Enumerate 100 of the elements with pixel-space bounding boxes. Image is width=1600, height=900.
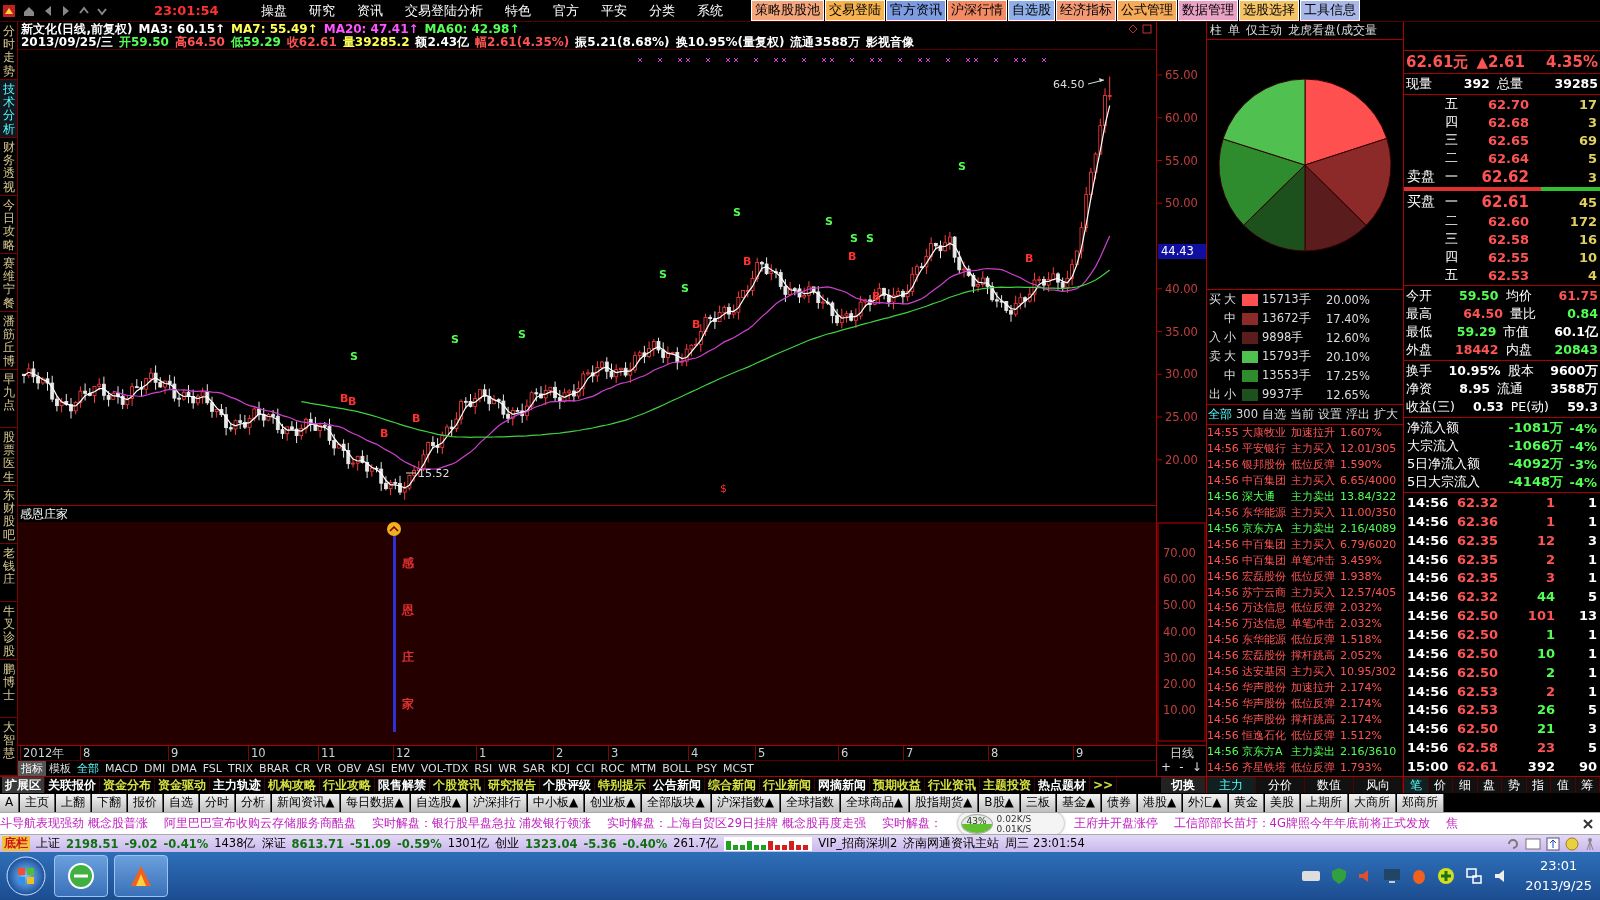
- signal-stock[interactable]: 京东方A: [1242, 521, 1288, 536]
- side-tab[interactable]: 早九点: [0, 370, 17, 428]
- news-headline[interactable]: 王府井开盘涨停: [1073, 816, 1158, 831]
- close-icon[interactable]: [1582, 817, 1594, 830]
- nav-button[interactable]: 报价: [128, 794, 164, 812]
- nav-button[interactable]: 基金▲: [1056, 794, 1102, 812]
- nav-button[interactable]: 沪深排行: [467, 794, 527, 812]
- extension-tab[interactable]: 扩展区: [2, 777, 45, 793]
- news-headline[interactable]: 工信部部长苗圩：4G牌照今年年底前将正式发放: [1173, 816, 1430, 831]
- nav-button[interactable]: 债券: [1102, 794, 1138, 812]
- nav-button[interactable]: 全球指数: [780, 794, 840, 812]
- indicator-tab[interactable]: DMI: [141, 761, 169, 776]
- side-tab[interactable]: 股票医生: [0, 428, 17, 486]
- indicator-tab[interactable]: VR: [313, 761, 335, 776]
- taskbar-app-button[interactable]: [54, 855, 108, 897]
- signal-stock[interactable]: 银邦股份: [1242, 457, 1288, 472]
- signal-stock[interactable]: 中百集团: [1242, 553, 1288, 568]
- plus-icon[interactable]: [1437, 867, 1456, 885]
- nav-button[interactable]: 自选: [164, 794, 200, 812]
- panel-tab[interactable]: 分价: [1256, 777, 1305, 793]
- nav-button[interactable]: 美股: [1264, 794, 1300, 812]
- news-headline[interactable]: 阿里巴巴宣布收购云存储服务商酷盘: [163, 816, 356, 831]
- side-tab[interactable]: 老钱庄: [0, 544, 17, 602]
- nav-button[interactable]: 三板: [1020, 794, 1056, 812]
- antenna-icon[interactable]: [1584, 836, 1596, 851]
- menu-item[interactable]: 平安: [592, 1, 635, 20]
- signal-stock[interactable]: 万达信息: [1242, 617, 1288, 632]
- diamond-icon[interactable]: [1128, 24, 1138, 34]
- indicator-tab[interactable]: OBV: [334, 761, 364, 776]
- menu-item[interactable]: 官方: [544, 1, 587, 20]
- signal-stock[interactable]: 华声股份: [1242, 697, 1288, 712]
- menu-item[interactable]: 交易登陆分析: [396, 1, 491, 20]
- nav-button[interactable]: 创业板▲: [585, 794, 642, 812]
- indicator-tab[interactable]: TRIX: [224, 761, 257, 776]
- indicator-tab[interactable]: FSL: [199, 761, 225, 776]
- indicator-tab[interactable]: MACD: [102, 761, 141, 776]
- toolbar-button[interactable]: 经济指标: [1055, 0, 1116, 21]
- panel-tab[interactable]: 笔: [1404, 777, 1429, 793]
- signal-stock[interactable]: 中百集团: [1242, 537, 1288, 552]
- indicator-tab[interactable]: PSY: [693, 761, 720, 776]
- network-icon[interactable]: [1465, 867, 1484, 885]
- panel-tab[interactable]: 风向: [1354, 777, 1403, 793]
- nav-button[interactable]: 新闻资讯▲: [272, 794, 341, 812]
- side-tab[interactable]: 财务透视: [0, 138, 17, 196]
- nav-button[interactable]: 沪深指数▲: [711, 794, 780, 812]
- menu-item[interactable]: 操盘: [252, 1, 295, 20]
- menu-item[interactable]: 分类: [640, 1, 683, 20]
- signal-stock[interactable]: 平安银行: [1242, 441, 1288, 456]
- nav-button[interactable]: 外汇▲: [1183, 794, 1228, 812]
- indicator-tab[interactable]: VOL-TDX: [417, 761, 472, 776]
- start-button[interactable]: [4, 854, 48, 898]
- nav-button[interactable]: 分析: [236, 794, 272, 812]
- indicator-tab[interactable]: ASI: [363, 761, 388, 776]
- toolbar-button[interactable]: 沪深行情: [946, 0, 1007, 21]
- panel-tab[interactable]: 价: [1428, 777, 1453, 793]
- panel-tab[interactable]: 筹: [1575, 777, 1600, 793]
- side-tab[interactable]: 牛叉诊股: [0, 602, 17, 660]
- news-headline[interactable]: 实时解盘：银行股早盘急拉 浦发银行领涨: [371, 816, 592, 831]
- indicator-tab[interactable]: ROC: [597, 761, 628, 776]
- mode-tab[interactable]: 模板: [46, 761, 74, 776]
- zoom-control[interactable]: -: [1176, 760, 1187, 776]
- monitor-icon[interactable]: [1383, 868, 1402, 884]
- indicator-tab[interactable]: RSI: [471, 761, 496, 776]
- toolbar-button[interactable]: 工具信息: [1299, 0, 1360, 21]
- nav-button[interactable]: 分时: [200, 794, 236, 812]
- signal-stock[interactable]: 中百集团: [1242, 473, 1288, 488]
- signal-stock[interactable]: 万达信息: [1242, 601, 1288, 616]
- filter-tab[interactable]: 自选: [1261, 405, 1286, 424]
- nav-button[interactable]: B股▲: [979, 794, 1020, 812]
- nav-button[interactable]: 股指期货▲: [910, 794, 979, 812]
- toolbar-button[interactable]: 数据管理: [1177, 0, 1238, 21]
- nav-button[interactable]: 中小板▲: [527, 794, 585, 812]
- signal-stock[interactable]: 深大通: [1242, 489, 1288, 504]
- menu-item[interactable]: 研究: [300, 1, 343, 20]
- zoom-control[interactable]: +: [1158, 760, 1175, 776]
- indicator-tab[interactable]: EMV: [387, 761, 418, 776]
- panel-tab[interactable]: 细: [1453, 777, 1478, 793]
- news-headline[interactable]: 实时解盘：: [881, 816, 942, 831]
- indicator-tab[interactable]: MTM: [627, 761, 660, 776]
- panel-tab[interactable]: 柱: [1210, 22, 1222, 39]
- indicator-tab[interactable]: SAR: [519, 761, 549, 776]
- refresh-icon[interactable]: [1506, 836, 1520, 851]
- nav-button[interactable]: 每日数据▲: [341, 794, 410, 812]
- menu-item[interactable]: 资讯: [348, 1, 391, 20]
- side-tab[interactable]: 技术分析: [0, 80, 17, 138]
- filter-tab[interactable]: 当前: [1289, 405, 1314, 424]
- menu-item[interactable]: 系统: [688, 1, 731, 20]
- signal-stock[interactable]: 恒逸石化: [1242, 729, 1288, 744]
- upload-icon[interactable]: [1546, 836, 1560, 851]
- indicator-tab[interactable]: MCST: [719, 761, 757, 776]
- nav-button[interactable]: 上翻: [56, 794, 92, 812]
- signal-stock[interactable]: 达安基因: [1242, 665, 1288, 680]
- toolbar-button[interactable]: 策略股股池: [750, 0, 824, 21]
- signal-stock[interactable]: 华声股份: [1242, 681, 1288, 696]
- panel-tab[interactable]: 盘: [1477, 777, 1502, 793]
- indicator-tab[interactable]: WR: [495, 761, 520, 776]
- filter-tab[interactable]: 扩大: [1373, 405, 1398, 424]
- side-tab[interactable]: 赛维宁餐: [0, 254, 17, 312]
- indicator-tab[interactable]: CCI: [573, 761, 598, 776]
- panel-tab[interactable]: 主力: [1207, 777, 1256, 793]
